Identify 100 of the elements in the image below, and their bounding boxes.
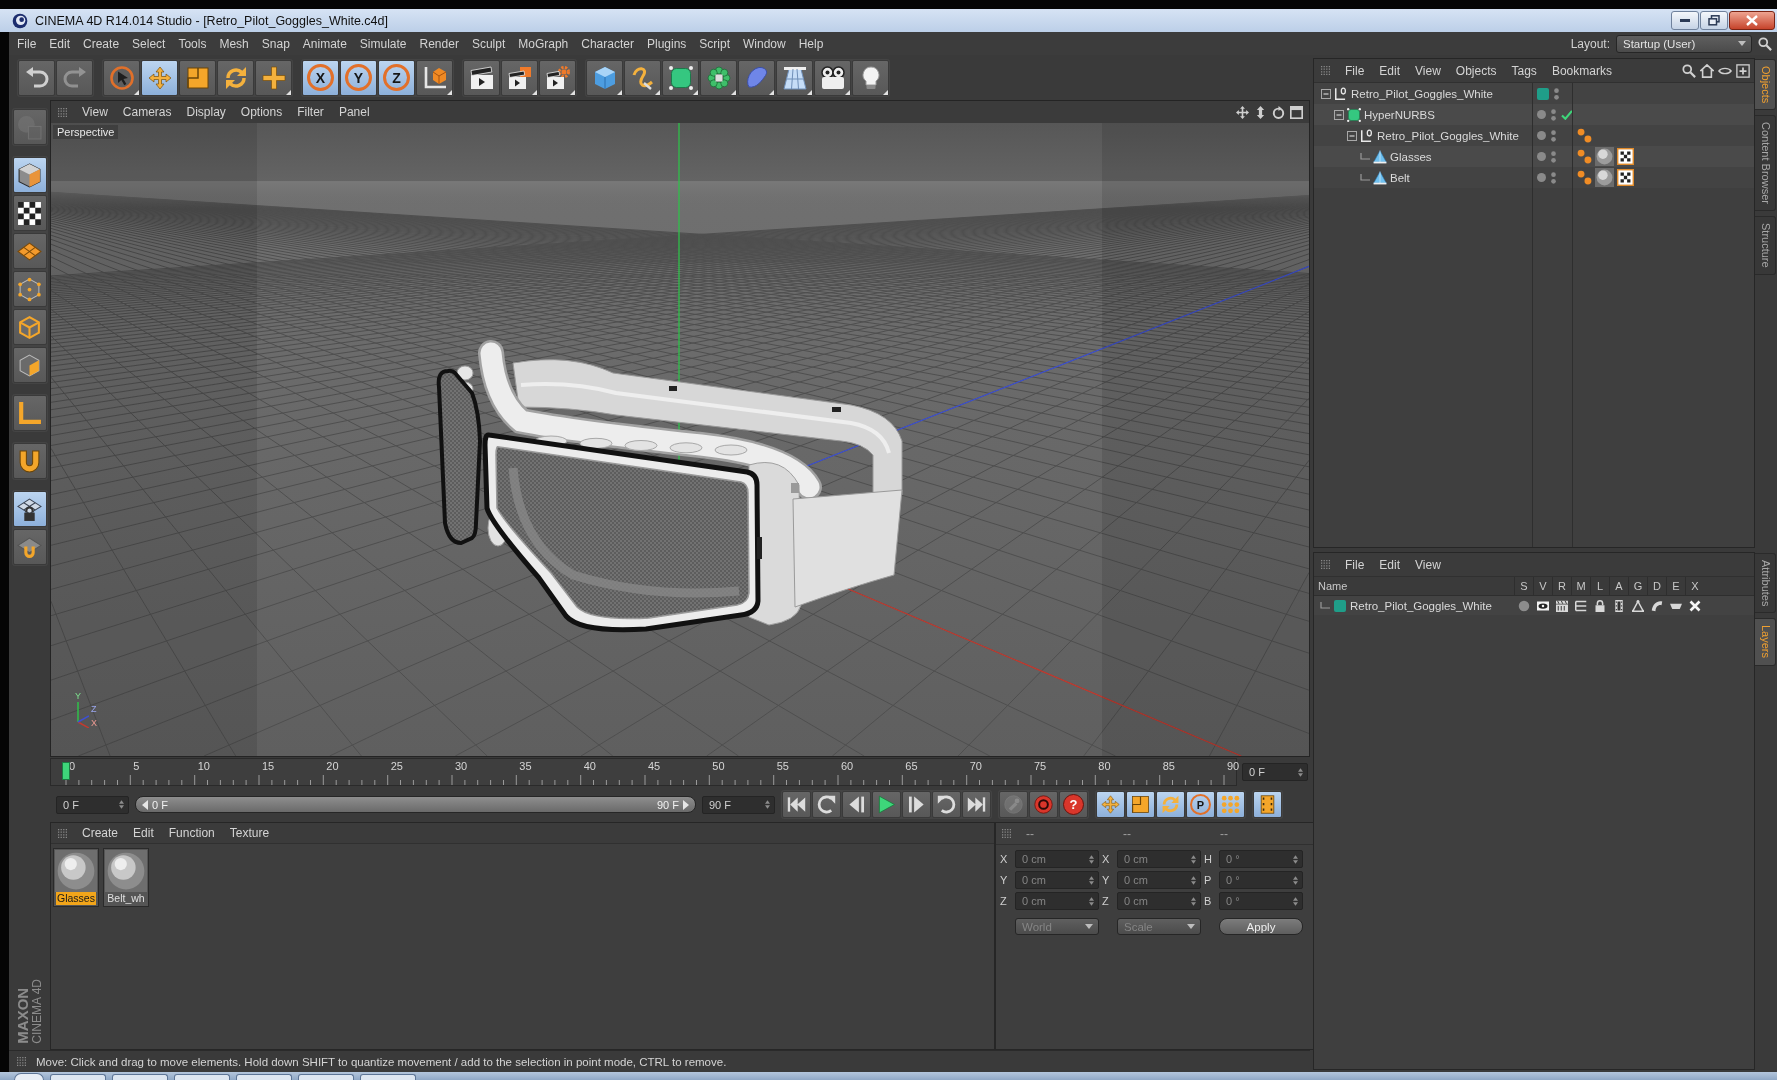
menu-item[interactable]: Edit <box>133 826 154 840</box>
layout-dropdown[interactable]: Startup (User) <box>1616 34 1752 53</box>
scale-key-button[interactable] <box>1126 791 1155 818</box>
menu-item[interactable]: Select <box>132 36 166 51</box>
menu-item[interactable]: Tools <box>178 36 207 51</box>
menu-item[interactable]: Create <box>82 826 119 840</box>
menu-item[interactable]: View <box>1415 557 1441 572</box>
menu-item[interactable]: Simulate <box>359 36 407 51</box>
snap-button[interactable] <box>12 443 47 479</box>
next-frame-button[interactable] <box>902 791 931 818</box>
camera-button[interactable] <box>814 59 851 96</box>
sphere-icon[interactable] <box>1595 168 1614 187</box>
panel-tab[interactable]: Structure <box>1755 216 1776 275</box>
grip-icon[interactable] <box>58 107 67 117</box>
position-key-button[interactable] <box>1096 791 1125 818</box>
menu-item[interactable]: Mesh <box>219 36 249 51</box>
checkerboard-icon[interactable] <box>1617 169 1634 186</box>
previous-key-button[interactable] <box>812 791 841 818</box>
vertical-arrows-icon[interactable] <box>1254 105 1267 119</box>
menu-item[interactable]: View <box>1415 63 1441 78</box>
checkmark-icon[interactable] <box>1561 109 1573 120</box>
taskbar-button[interactable] <box>236 1074 292 1080</box>
object-name[interactable]: Retro_Pilot_Goggles_White <box>1377 129 1519 142</box>
rotation-key-button[interactable] <box>1156 791 1185 818</box>
material-thumbnail[interactable]: Belt_wh <box>103 848 149 907</box>
grip-icon[interactable] <box>1321 560 1330 569</box>
sphere-icon[interactable] <box>1595 147 1614 166</box>
timeline-button[interactable] <box>1253 791 1282 818</box>
scale-tool-button[interactable] <box>179 59 216 96</box>
floor-button[interactable] <box>776 59 813 96</box>
coordinate-system-button[interactable] <box>416 59 453 96</box>
object-row[interactable]: Glasses <box>1314 146 1754 167</box>
layer-name[interactable]: Retro_Pilot_Goggles_White <box>1350 599 1492 612</box>
object-name[interactable]: Belt <box>1390 171 1410 184</box>
spline-button[interactable] <box>624 59 661 96</box>
checkerboard-icon[interactable] <box>1617 148 1634 165</box>
menu-item[interactable]: Animate <box>302 36 347 51</box>
window-icon[interactable] <box>1290 105 1303 119</box>
visibility-dots-icon[interactable] <box>1551 108 1556 121</box>
bent-shape-icon[interactable] <box>1650 599 1663 612</box>
cross-icon[interactable] <box>1688 599 1701 612</box>
menu-item[interactable]: Render <box>419 36 459 51</box>
current-frame-field[interactable]: 0 F <box>1242 763 1308 781</box>
menu-item[interactable]: Edit <box>49 36 71 51</box>
grip-icon[interactable] <box>17 1057 26 1066</box>
autokey-button[interactable] <box>1029 791 1058 818</box>
point-level-button[interactable] <box>1216 791 1245 818</box>
object-row[interactable]: HyperNURBS <box>1314 104 1754 125</box>
move-arrows-icon[interactable] <box>1236 105 1249 119</box>
menu-item[interactable]: Function <box>168 826 215 840</box>
points-mode-button[interactable] <box>12 271 47 307</box>
start-button[interactable] <box>14 1073 44 1080</box>
material-thumbnail[interactable]: Glasses <box>53 848 99 907</box>
visibility-dots-icon[interactable] <box>1551 129 1556 142</box>
menu-item[interactable]: Snap <box>261 36 290 51</box>
deformer-button[interactable] <box>738 59 775 96</box>
object-name[interactable]: HyperNURBS <box>1364 108 1435 121</box>
taskbar-button[interactable] <box>174 1074 230 1080</box>
panel-tab[interactable]: Objects <box>1755 59 1776 111</box>
rotate-tool-button[interactable] <box>217 59 254 96</box>
end-frame-field[interactable]: 90 F <box>702 795 775 814</box>
layer-row[interactable]: Retro_Pilot_Goggles_White <box>1314 596 1754 615</box>
two-dots-icon[interactable] <box>1577 170 1592 185</box>
menu-item[interactable]: Texture <box>229 826 270 840</box>
previous-frame-button[interactable] <box>842 791 871 818</box>
menu-item[interactable]: Objects <box>1455 63 1497 78</box>
object-row[interactable]: Retro_Pilot_Goggles_White <box>1314 83 1754 104</box>
visibility-dots-icon[interactable] <box>1551 171 1556 184</box>
panel-tab[interactable]: Layers <box>1755 618 1776 666</box>
tweak-mode-button[interactable] <box>12 529 47 565</box>
go-to-start-button[interactable] <box>782 791 811 818</box>
menu-item[interactable]: Cameras <box>122 105 172 119</box>
home-icon[interactable] <box>1700 63 1714 78</box>
spin-arrows-icon[interactable] <box>119 800 124 809</box>
menu-item[interactable]: MoGraph <box>518 36 569 51</box>
visibility-dots-icon[interactable] <box>1551 150 1556 163</box>
preview-range-bar[interactable]: 0 F 90 F <box>135 796 696 813</box>
layer-color-swatch[interactable] <box>1537 87 1549 100</box>
render-button[interactable] <box>501 59 538 96</box>
parameter-key-button[interactable]: P <box>1186 791 1215 818</box>
plus-box-icon[interactable] <box>1736 63 1750 78</box>
menu-item[interactable]: Tags <box>1511 63 1537 78</box>
menu-item[interactable]: View <box>82 105 108 119</box>
minimize-button[interactable] <box>1671 11 1699 30</box>
search-icon[interactable] <box>1758 36 1772 51</box>
object-name[interactable]: Glasses <box>1390 150 1432 163</box>
visibility-dots-icon[interactable] <box>1554 87 1559 100</box>
cloner-button[interactable] <box>700 59 737 96</box>
filmstrip-icon[interactable] <box>1612 599 1625 612</box>
close-button[interactable] <box>1729 11 1775 30</box>
menu-item[interactable]: Create <box>83 36 120 51</box>
texture-mode-button[interactable] <box>12 195 47 231</box>
spin-arrows-icon[interactable] <box>1298 767 1303 777</box>
playhead-marker[interactable] <box>62 762 70 780</box>
model-mode-button[interactable] <box>12 157 47 193</box>
taskbar-button[interactable] <box>50 1074 106 1080</box>
last-tool-button[interactable] <box>255 59 292 96</box>
menu-item[interactable]: Plugins <box>646 36 687 51</box>
panel-tab[interactable]: Attributes <box>1755 553 1776 614</box>
dot-icon[interactable] <box>1537 152 1546 161</box>
